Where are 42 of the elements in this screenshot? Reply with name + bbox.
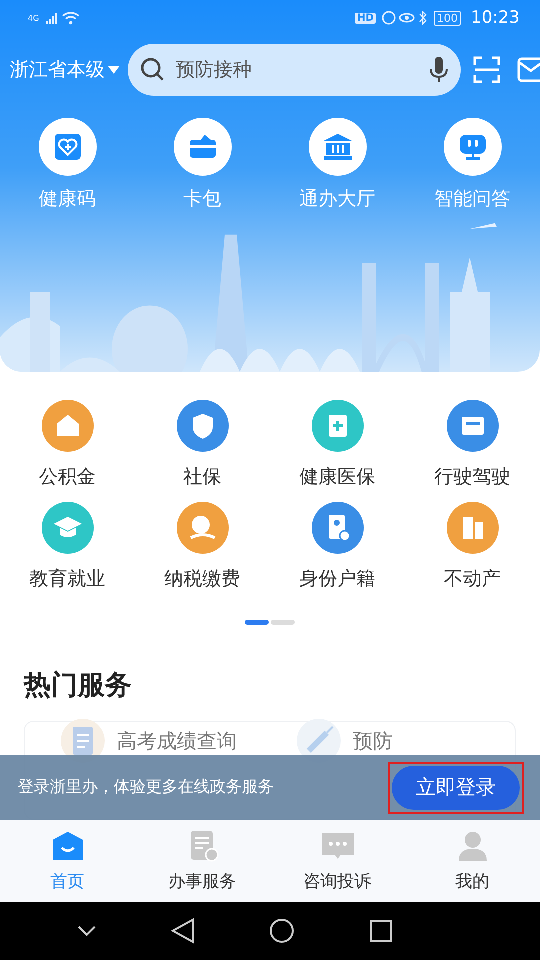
service-icon xyxy=(176,502,228,554)
home-icon xyxy=(50,830,84,862)
hd-badge: HD xyxy=(355,12,376,24)
banner-text: 登录浙里办，体验更多在线政务服务 xyxy=(18,777,275,798)
back-icon[interactable] xyxy=(171,918,195,944)
service-item[interactable]: 健康医保 xyxy=(270,400,405,490)
service-item[interactable]: 不动产 xyxy=(405,502,540,592)
microphone-icon[interactable] xyxy=(429,56,449,84)
service-icon xyxy=(312,400,364,452)
home-circle-icon[interactable] xyxy=(269,918,295,944)
service-icon xyxy=(42,400,94,452)
section-title: 热门服务 xyxy=(24,669,133,703)
chevron-down-icon[interactable] xyxy=(77,925,97,937)
tab[interactable]: 办事服务 xyxy=(135,820,270,902)
tab[interactable]: 咨询投诉 xyxy=(270,820,405,902)
service-item[interactable]: 公积金 xyxy=(0,400,135,490)
signal-wifi-icon xyxy=(45,11,80,25)
service-icon xyxy=(42,502,94,554)
tab[interactable]: 我的 xyxy=(405,820,540,902)
search-field[interactable]: 预防接种 xyxy=(128,44,461,96)
service-item[interactable]: 身份户籍 xyxy=(270,502,405,592)
caret-icon xyxy=(108,66,120,74)
login-button[interactable]: 立即登录 xyxy=(392,766,520,810)
service-icon xyxy=(176,400,228,452)
scan-icon xyxy=(473,56,501,84)
service-icon xyxy=(446,502,498,554)
service-link[interactable]: 高考成绩查询 xyxy=(117,728,237,754)
mail-icon xyxy=(517,57,540,83)
network-label: 4G xyxy=(28,14,40,22)
service-item[interactable]: 社保 xyxy=(135,400,270,490)
battery-level: 100 xyxy=(434,10,461,26)
recents-icon[interactable] xyxy=(369,919,393,943)
service-icon xyxy=(312,502,364,554)
clock: 10:23 xyxy=(471,8,520,28)
service-icon xyxy=(446,400,498,452)
search-icon xyxy=(140,57,166,83)
bank-icon xyxy=(322,131,354,163)
search-input[interactable]: 预防接种 xyxy=(174,58,421,82)
service-item[interactable]: 教育就业 xyxy=(0,502,135,592)
service-link[interactable]: 预防 xyxy=(353,728,393,754)
service-item[interactable]: 纳税缴费 xyxy=(135,502,270,592)
service-item[interactable]: 行驶驾驶 xyxy=(405,400,540,490)
